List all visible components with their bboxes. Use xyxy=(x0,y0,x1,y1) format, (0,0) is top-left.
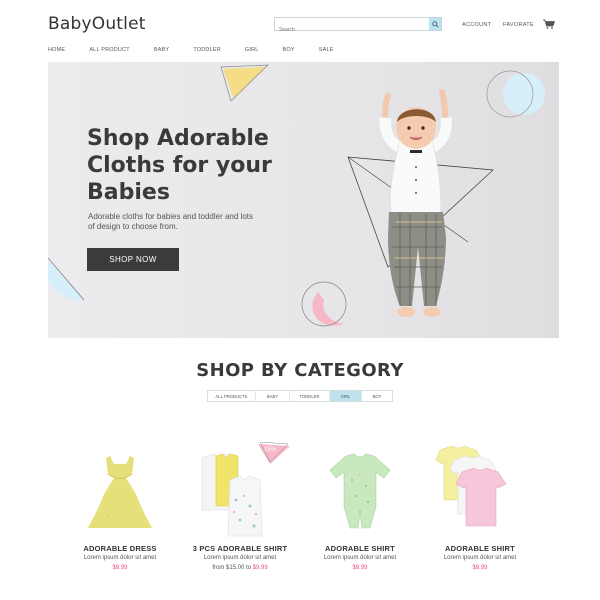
product-price-value: $9.99 xyxy=(252,565,268,571)
tab-boy[interactable]: BOY xyxy=(362,391,392,401)
product-desc: Lorem ipsum dolor sit amet xyxy=(203,555,277,561)
favorate-link[interactable]: FAVORATE xyxy=(503,22,534,28)
search-box xyxy=(274,17,442,36)
nav-item-sale[interactable]: SALE xyxy=(319,47,334,53)
search-button[interactable] xyxy=(429,18,441,30)
product-card[interactable]: ADORABLE SHIRT Lorem ipsum dolor sit ame… xyxy=(300,440,420,571)
logo-text-baby: Baby xyxy=(48,14,92,34)
product-card[interactable]: ADORABLE DRESS Lorem ipsum dolor sit ame… xyxy=(60,440,180,571)
product-desc: Lorem ipsum dolor sit amet xyxy=(323,555,397,561)
product-card[interactable]: ADORABLE SHIRT Lorem ipsum dolor sit ame… xyxy=(420,440,540,571)
product-image-onesie[interactable] xyxy=(300,440,420,540)
category-tabs: ALL PRODUCTS BABY TODDLER GIRL BOY xyxy=(207,390,393,402)
product-price: $9.99 xyxy=(112,565,128,571)
product-name[interactable]: ADORABLE SHIRT xyxy=(420,544,540,553)
main-nav: HOME ALL PRODUCT BABY TODDLER GIRL BOY S… xyxy=(48,47,358,53)
baby-illustration xyxy=(378,89,453,317)
account-link[interactable]: ACCOUNT xyxy=(462,22,491,28)
product-price: $9.99 xyxy=(472,565,488,571)
blue-circle-shape xyxy=(503,73,545,115)
logo[interactable]: BabyOutlet xyxy=(48,14,146,34)
product-name[interactable]: ADORABLE SHIRT xyxy=(300,544,420,553)
search-input[interactable] xyxy=(275,24,425,36)
product-price: $9.99 xyxy=(352,565,368,571)
hero-subtitle: Adorable cloths for babies and toddler a… xyxy=(88,212,253,231)
pink-crescent-shape xyxy=(312,292,344,326)
discount-badge: 15% xyxy=(258,441,290,469)
section-title: SHOP BY CATEGORY xyxy=(196,360,404,381)
tab-toddler[interactable]: TODDLER xyxy=(290,391,330,401)
nav-item-all-product[interactable]: ALL PRODUCT xyxy=(89,47,130,53)
product-name[interactable]: 3 PCS ADORABLE SHIRT xyxy=(180,544,300,553)
nav-item-girl[interactable]: GIRL xyxy=(245,47,259,53)
search-icon xyxy=(431,20,439,28)
hero-banner: Shop Adorable Cloths for your Babies Ado… xyxy=(48,62,559,338)
product-image-shirts[interactable] xyxy=(420,440,540,540)
hero-title: Shop Adorable Cloths for your Babies xyxy=(87,126,272,205)
yellow-triangle-shape xyxy=(223,67,266,99)
tab-girl[interactable]: GIRL xyxy=(330,391,362,401)
product-price-from: from $15.00 to xyxy=(212,565,253,571)
tab-baby[interactable]: BABY xyxy=(256,391,290,401)
nav-item-home[interactable]: HOME xyxy=(48,47,65,53)
logo-text-outlet: Outlet xyxy=(91,14,146,34)
product-image-dress[interactable] xyxy=(60,440,180,540)
product-price: from $15.00 to $9.99 xyxy=(180,565,300,571)
nav-item-boy[interactable]: BOY xyxy=(283,47,295,53)
nav-item-toddler[interactable]: TODDLER xyxy=(193,47,221,53)
discount-badge-text: 15% xyxy=(264,447,277,453)
product-name[interactable]: ADORABLE DRESS xyxy=(60,544,180,553)
product-desc: Lorem ipsum dolor sit amet xyxy=(83,555,157,561)
cart-icon[interactable] xyxy=(543,19,555,29)
shop-now-button[interactable]: SHOP NOW xyxy=(87,248,179,271)
tab-all-products[interactable]: ALL PRODUCTS xyxy=(208,391,256,401)
nav-item-baby[interactable]: BABY xyxy=(154,47,169,53)
product-desc: Lorem ipsum dolor sit amet xyxy=(443,555,517,561)
